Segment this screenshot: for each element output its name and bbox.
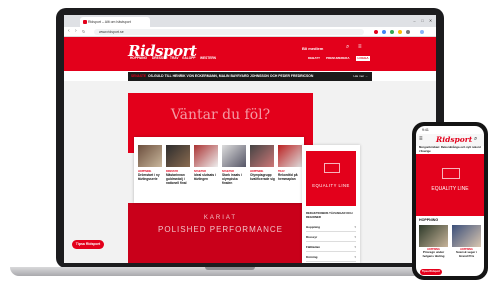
news-thumbnail[interactable] xyxy=(138,145,162,167)
news-strip: HOPPNING Drömstart i ny tävlingsserie DR… xyxy=(134,137,304,203)
extension-icon[interactable] xyxy=(382,29,386,34)
sidebar-heading: REDAKTIONENS TÄVLINGAR OCH REGIONER xyxy=(306,211,353,219)
news-thumbnail[interactable] xyxy=(419,225,448,247)
ad-bottom-slogan: POLISHED PERFORMANCE xyxy=(158,225,283,234)
search-icon[interactable]: ⌕ xyxy=(346,44,349,51)
ad-bottom-brand: KARIAT xyxy=(203,215,238,221)
forward-icon[interactable]: › xyxy=(75,28,77,35)
chevron-down-icon: ▾ xyxy=(354,225,356,229)
ad-banner-bottom[interactable]: KARIAT POLISHED PERFORMANCE xyxy=(128,203,313,263)
sidebar-ad[interactable]: EQUALITY LINE xyxy=(306,151,356,206)
phone-headline[interactable]: Morgonbrickan: Rekordmånga och nytt reko… xyxy=(416,145,484,153)
news-title[interactable]: Svensk seger i Grand Prix xyxy=(452,250,481,259)
browser-toolbar: ‹ › ↻ www.ridsport.se xyxy=(64,27,436,37)
news-title[interactable]: Mästarinnan guldmedalj i nationell final xyxy=(166,173,192,186)
news-title[interactable]: Stark insats i olympiska finalen xyxy=(222,173,248,186)
reload-icon[interactable]: ↻ xyxy=(82,28,85,35)
maximize-icon[interactable]: □ xyxy=(420,18,425,23)
nav-item-western[interactable]: WESTERN xyxy=(200,56,216,60)
phone-time: 9:41 xyxy=(422,128,429,132)
sidebar-item-label: Körning xyxy=(306,255,318,259)
chat-button[interactable]: Tipsa Ridsport xyxy=(72,240,104,249)
news-thumbnail[interactable] xyxy=(222,145,246,167)
news-thumbnail[interactable] xyxy=(250,145,274,167)
ad-banner-top-text: Väntar du föl? xyxy=(170,107,271,123)
laptop-notch xyxy=(205,267,255,270)
phone-chat-button[interactable]: Tipsa Ridsport xyxy=(420,269,442,275)
news-thumbnail[interactable] xyxy=(194,145,218,167)
breaking-text[interactable]: OS-GULD TILL HENRIK VON ECKERMANN, MALIN… xyxy=(148,72,313,81)
nav-item-prenumerera[interactable]: PRENUMERERA xyxy=(326,56,350,60)
minimize-icon[interactable]: – xyxy=(412,18,417,23)
sidebar-item[interactable]: Körning ▾ xyxy=(306,253,356,262)
address-bar[interactable]: www.ridsport.se xyxy=(94,28,364,35)
extension-icon[interactable] xyxy=(406,29,410,34)
sidebar: EQUALITY LINE REDAKTIONENS TÄVLINGAR OCH… xyxy=(302,145,360,263)
phone-logo[interactable]: Ridsport xyxy=(436,135,472,144)
nav-item-galopp[interactable]: GALOPP xyxy=(182,56,195,60)
browser-tab-strip: Ridsport – Allt om hästsport – □ ✕ xyxy=(64,15,436,27)
news-title[interactable]: Olympiagrupp kvalificerade sig xyxy=(250,173,276,181)
nav-item-dressyr[interactable]: DRESSYR xyxy=(152,56,167,60)
laptop-screen: Ridsport – Allt om hästsport – □ ✕ ‹ › ↻… xyxy=(64,15,436,263)
phone-ad-text: EQUALITY LINE xyxy=(431,186,469,192)
sidebar-ad-text: EQUALITY LINE xyxy=(312,183,350,188)
favicon-icon xyxy=(83,20,87,24)
main-nav: HOPPNING DRESSYR TRAV GALOPP WESTERN DEB… xyxy=(64,54,436,65)
login-button[interactable]: LOGGA IN xyxy=(356,55,370,65)
breaking-news-bar[interactable]: SENASTE OS-GULD TILL HENRIK VON ECKERMAN… xyxy=(128,72,372,81)
extension-icon[interactable] xyxy=(398,29,402,34)
site-header: Ridsport Bli medlem ⌕ ≡ HOPPNING DRESSYR… xyxy=(64,37,436,71)
close-icon[interactable]: ✕ xyxy=(428,18,433,23)
search-icon[interactable]: ⌕ xyxy=(474,136,477,143)
browser-tab-title: Ridsport – Allt om hästsport xyxy=(88,20,131,24)
chevron-down-icon: ▾ xyxy=(354,255,356,259)
extension-icon[interactable] xyxy=(374,29,378,34)
sidebar-item-label: Dressyr xyxy=(306,235,318,239)
sidebar-item[interactable]: Hoppning ▾ xyxy=(306,223,356,232)
menu-icon[interactable]: ≡ xyxy=(419,136,423,142)
news-thumbnail[interactable] xyxy=(166,145,190,167)
breaking-more-link[interactable]: Läs mer → xyxy=(353,72,368,81)
sidebar-item[interactable]: Fälttävlan ▾ xyxy=(306,243,356,252)
news-title[interactable]: Prisregn under helgens tävling xyxy=(419,250,448,259)
news-title[interactable]: Ideal slutsats i tävlingen xyxy=(194,173,220,181)
ad-logo-icon xyxy=(324,163,340,173)
chevron-down-icon: ▾ xyxy=(354,235,356,239)
ad-logo-icon xyxy=(442,168,460,179)
phone-screen: 9:41 ≡ Ridsport ⌕ Morgonbrickan: Rekordm… xyxy=(416,126,484,276)
chevron-down-icon: ▾ xyxy=(354,245,356,249)
sidebar-item-label: Fälttävlan xyxy=(306,245,321,249)
phone-ad[interactable]: EQUALITY LINE xyxy=(416,154,484,216)
news-title[interactable]: Drömstart i ny tävlingsserie xyxy=(138,173,164,181)
news-title[interactable]: Rekordtid på hemmaplan xyxy=(278,173,304,181)
sidebar-item[interactable]: Dressyr ▾ xyxy=(306,233,356,242)
nav-item-trav[interactable]: TRAV xyxy=(170,56,178,60)
menu-icon[interactable]: ≡ xyxy=(358,44,362,50)
profile-avatar[interactable] xyxy=(420,29,424,34)
breaking-label: SENASTE xyxy=(131,74,147,78)
nav-item-debatt[interactable]: DEBATT xyxy=(308,56,320,60)
browser-tab[interactable]: Ridsport – Allt om hästsport xyxy=(80,17,150,27)
become-member-link[interactable]: Bli medlem xyxy=(302,46,323,51)
phone-status-bar: 9:41 xyxy=(416,126,484,134)
extension-icon[interactable] xyxy=(390,29,394,34)
sidebar-item-label: Hoppning xyxy=(306,225,320,229)
phone-section-title: HOPPNING xyxy=(419,218,439,222)
news-thumbnail[interactable] xyxy=(452,225,481,247)
news-thumbnail[interactable] xyxy=(278,145,302,167)
nav-item-hoppning[interactable]: HOPPNING xyxy=(130,56,147,60)
back-icon[interactable]: ‹ xyxy=(68,28,70,35)
